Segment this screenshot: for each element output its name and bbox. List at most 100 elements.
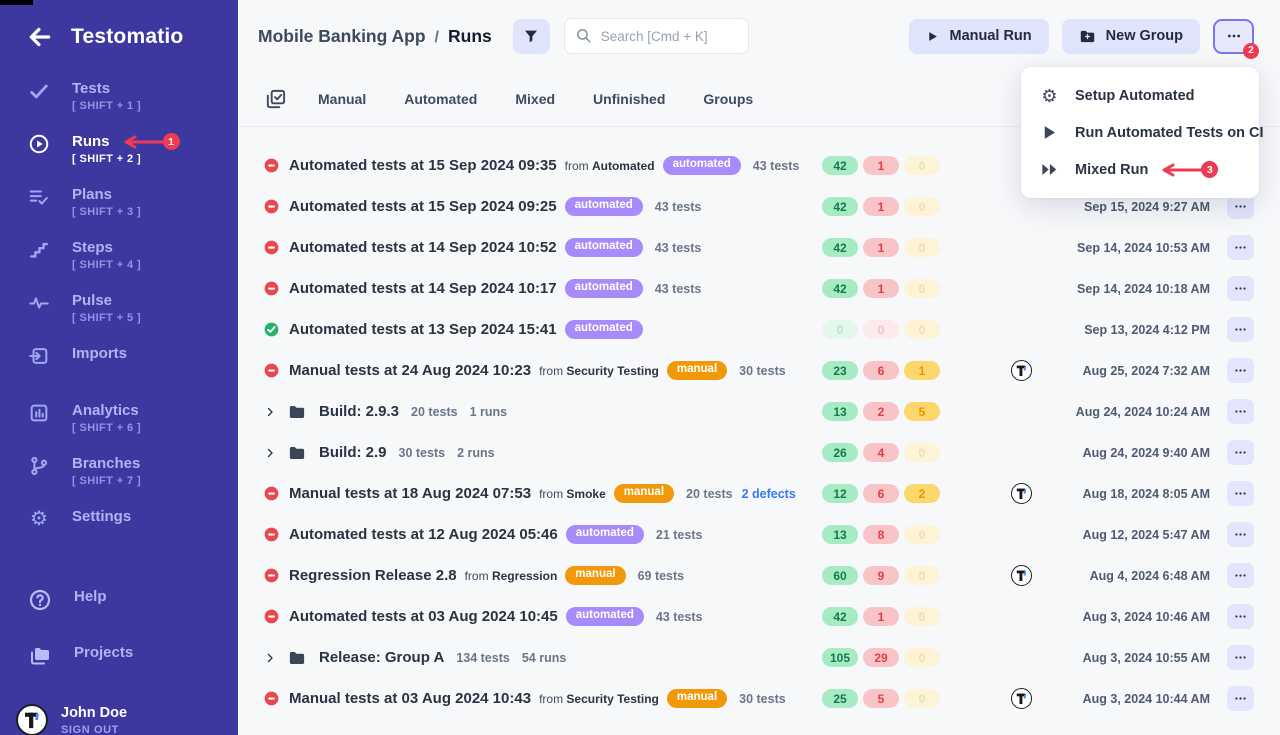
menu-item-run-automated-tests-on-ci[interactable]: Run Automated Tests on CI <box>1021 114 1259 151</box>
run-title: Build: 2.9.3 <box>319 403 399 420</box>
tests-count-label: 30 tests <box>399 446 446 460</box>
menu-item-mixed-run[interactable]: Mixed Run3 <box>1021 151 1259 188</box>
search-input[interactable] <box>564 18 749 54</box>
sidebar-item-shortcut: [ SHIFT + 5 ] <box>72 312 141 324</box>
sidebar-item-tests[interactable]: Tests[ SHIFT + 1 ] <box>0 80 238 112</box>
sidebar-item-imports[interactable]: Imports <box>0 345 238 367</box>
run-row[interactable]: Manual tests at 18 Aug 2024 07:53from Sm… <box>238 473 1280 514</box>
tab-groups[interactable]: Groups <box>703 91 753 107</box>
group-row[interactable]: Build: 2.9.320 tests1 runs1325Aug 24, 20… <box>238 391 1280 432</box>
topbar: Mobile Banking App / Runs <box>238 0 1280 72</box>
user-name: John Doe <box>61 705 127 721</box>
row-actions-button[interactable] <box>1227 604 1254 629</box>
row-main: Build: 2.930 tests2 runs <box>264 444 822 462</box>
result-counts: 000 <box>822 320 940 339</box>
skipped-count-pill: 0 <box>904 320 940 339</box>
defects-link[interactable]: 2 defects <box>742 487 796 501</box>
run-row[interactable]: Automated tests at 14 Sep 2024 10:52auto… <box>238 227 1280 268</box>
chevron-right-icon[interactable] <box>264 406 276 418</box>
run-row[interactable]: Regression Release 2.8from Regressionman… <box>238 555 1280 596</box>
row-main: Manual tests at 18 Aug 2024 07:53from Sm… <box>264 484 822 503</box>
menu-item-setup-automated[interactable]: ⚙Setup Automated <box>1021 77 1259 114</box>
tests-count-label: 43 tests <box>655 200 702 214</box>
run-title: Manual tests at 18 Aug 2024 07:53 <box>289 485 531 502</box>
run-row[interactable]: Automated tests at 12 Aug 2024 05:46auto… <box>238 514 1280 555</box>
filter-button[interactable] <box>513 19 550 54</box>
more-actions-button[interactable]: 2 <box>1213 19 1254 54</box>
row-main: Manual tests at 24 Aug 2024 10:23from Se… <box>264 361 822 380</box>
row-actions-button[interactable] <box>1227 481 1254 506</box>
sidebar-item-runs[interactable]: Runs1[ SHIFT + 2 ] <box>0 133 238 165</box>
result-counts: 105290 <box>822 648 940 667</box>
tests-count-label: 43 tests <box>753 159 800 173</box>
status-failed-icon <box>264 281 279 296</box>
status-failed-icon <box>264 609 279 624</box>
select-runs-icon[interactable] <box>264 88 287 111</box>
sidebar-item-analytics[interactable]: Analytics[ SHIFT + 6 ] <box>0 402 238 434</box>
row-main: Manual tests at 03 Aug 2024 10:43from Se… <box>264 689 822 708</box>
chevron-right-icon[interactable] <box>264 447 276 459</box>
row-actions-button[interactable] <box>1227 563 1254 588</box>
row-main: Build: 2.9.320 tests1 runs <box>264 403 822 421</box>
play-icon <box>926 30 939 43</box>
run-row[interactable]: Automated tests at 13 Sep 2024 15:41auto… <box>238 309 1280 350</box>
run-row[interactable]: Manual tests at 24 Aug 2024 10:23from Se… <box>238 350 1280 391</box>
run-type-badge: automated <box>565 279 643 298</box>
app-logo[interactable]: Testomatio <box>71 25 183 49</box>
tab-manual[interactable]: Manual <box>318 91 366 107</box>
sidebar-item-help[interactable]: Help <box>0 588 238 612</box>
row-actions-button[interactable] <box>1227 317 1254 342</box>
row-main: Automated tests at 15 Sep 2024 09:25auto… <box>264 197 822 216</box>
row-actions-cell <box>1210 235 1254 260</box>
tests-count-label: 69 tests <box>638 569 685 583</box>
row-actions-button[interactable] <box>1227 276 1254 301</box>
back-arrow-icon[interactable] <box>27 24 53 50</box>
passed-count-pill: 26 <box>822 443 858 462</box>
run-row[interactable]: Automated tests at 14 Sep 2024 10:17auto… <box>238 268 1280 309</box>
ellipsis-icon <box>1233 650 1248 665</box>
row-actions-button[interactable] <box>1227 645 1254 670</box>
sidebar-item-settings[interactable]: ⚙Settings <box>0 508 238 530</box>
row-actions-button[interactable] <box>1227 686 1254 711</box>
app-window: Testomatio Tests[ SHIFT + 1 ] Runs1[ SHIF… <box>0 0 1280 735</box>
passed-count-pill: 42 <box>822 279 858 298</box>
tab-automated[interactable]: Automated <box>404 91 477 107</box>
sidebar-item-shortcut: [ SHIFT + 7 ] <box>72 475 141 487</box>
sidebar-item-pulse[interactable]: Pulse[ SHIFT + 5 ] <box>0 292 238 324</box>
sidebar-item-label: Settings <box>72 508 131 525</box>
chevron-right-icon[interactable] <box>264 652 276 664</box>
new-group-button[interactable]: New Group <box>1062 19 1200 54</box>
row-actions-button[interactable] <box>1227 399 1254 424</box>
sidebar-item-plans[interactable]: Plans[ SHIFT + 3 ] <box>0 186 238 218</box>
result-counts: 4210 <box>822 156 940 175</box>
more-actions-menu: ⚙Setup AutomatedRun Automated Tests on C… <box>1021 67 1259 198</box>
sidebar-item-branches[interactable]: Branches[ SHIFT + 7 ] <box>0 455 238 487</box>
result-counts: 6090 <box>822 566 940 585</box>
folders-icon <box>28 644 52 668</box>
sidebar-item-projects[interactable]: Projects <box>0 644 238 668</box>
row-actions-button[interactable] <box>1227 235 1254 260</box>
assignee-cell <box>940 483 1040 504</box>
tab-unfinished[interactable]: Unfinished <box>593 91 665 107</box>
sidebar-nav: Tests[ SHIFT + 1 ] Runs1[ SHIFT + 2 ] Plan… <box>0 80 238 735</box>
result-counts: 4210 <box>822 607 940 626</box>
sidebar: Testomatio Tests[ SHIFT + 1 ] Runs1[ SHIF… <box>0 0 238 735</box>
breadcrumb-project[interactable]: Mobile Banking App <box>258 26 426 47</box>
run-row[interactable]: Manual tests at 03 Aug 2024 10:43from Se… <box>238 678 1280 719</box>
sidebar-item-steps[interactable]: Steps[ SHIFT + 4 ] <box>0 239 238 271</box>
tab-mixed[interactable]: Mixed <box>515 91 555 107</box>
row-actions-button[interactable] <box>1227 440 1254 465</box>
row-main: Automated tests at 14 Sep 2024 10:17auto… <box>264 279 822 298</box>
ellipsis-icon <box>1233 691 1248 706</box>
assignee-cell <box>940 565 1040 586</box>
row-actions-button[interactable] <box>1227 522 1254 547</box>
group-row[interactable]: Release: Group A134 tests54 runs105290Au… <box>238 637 1280 678</box>
sidebar-user[interactable]: John Doe SIGN OUT <box>16 704 238 735</box>
sign-out-link[interactable]: SIGN OUT <box>61 724 127 735</box>
tests-count-label: 43 tests <box>655 241 702 255</box>
run-row[interactable]: Automated tests at 03 Aug 2024 10:45auto… <box>238 596 1280 637</box>
row-actions-cell <box>1210 686 1254 711</box>
row-actions-button[interactable] <box>1227 358 1254 383</box>
group-row[interactable]: Build: 2.930 tests2 runs2640Aug 24, 2024… <box>238 432 1280 473</box>
manual-run-button[interactable]: Manual Run <box>909 19 1048 54</box>
